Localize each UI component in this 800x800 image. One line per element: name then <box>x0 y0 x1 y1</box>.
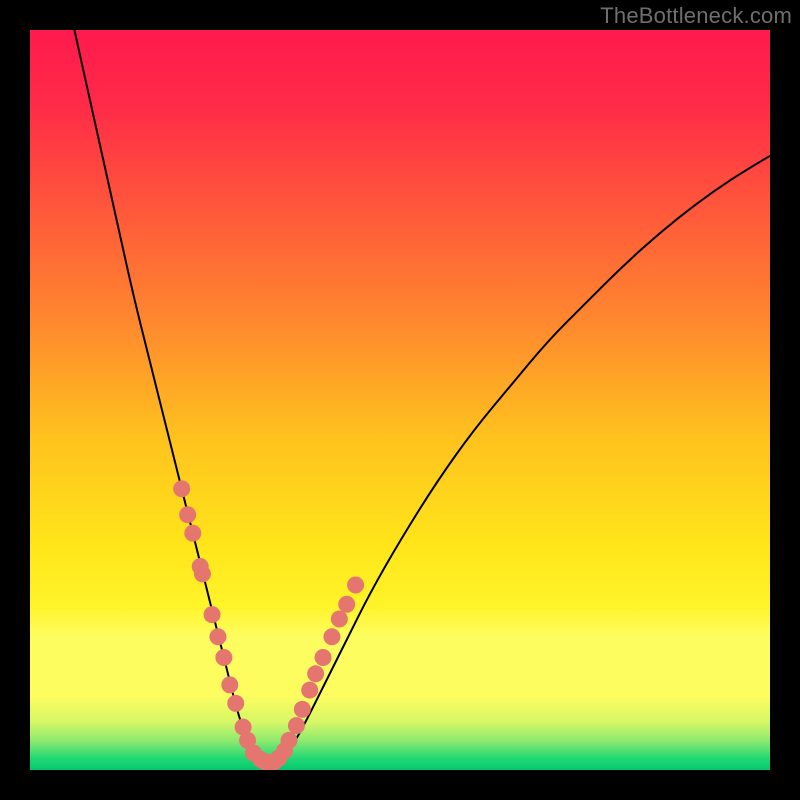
data-dot <box>209 628 226 645</box>
data-dot <box>301 682 318 699</box>
data-dot <box>307 665 324 682</box>
data-dot <box>194 565 211 582</box>
data-dot <box>294 701 311 718</box>
data-dot <box>215 649 232 666</box>
data-dot <box>288 717 305 734</box>
app-frame: TheBottleneck.com <box>0 0 800 800</box>
watermark-text: TheBottleneck.com <box>600 3 792 29</box>
data-dot <box>184 525 201 542</box>
data-dot <box>173 480 190 497</box>
chart-area <box>30 30 770 770</box>
data-dot <box>204 606 221 623</box>
data-dot <box>179 506 196 523</box>
gradient-background <box>30 30 770 770</box>
chart-svg <box>30 30 770 770</box>
data-dot <box>227 695 244 712</box>
data-dot <box>338 596 355 613</box>
data-dot <box>266 753 283 770</box>
data-dot <box>323 628 340 645</box>
data-dot <box>315 649 332 666</box>
data-dot <box>331 611 348 628</box>
data-dot <box>221 676 238 693</box>
data-dot <box>281 732 298 749</box>
data-dot <box>347 577 364 594</box>
